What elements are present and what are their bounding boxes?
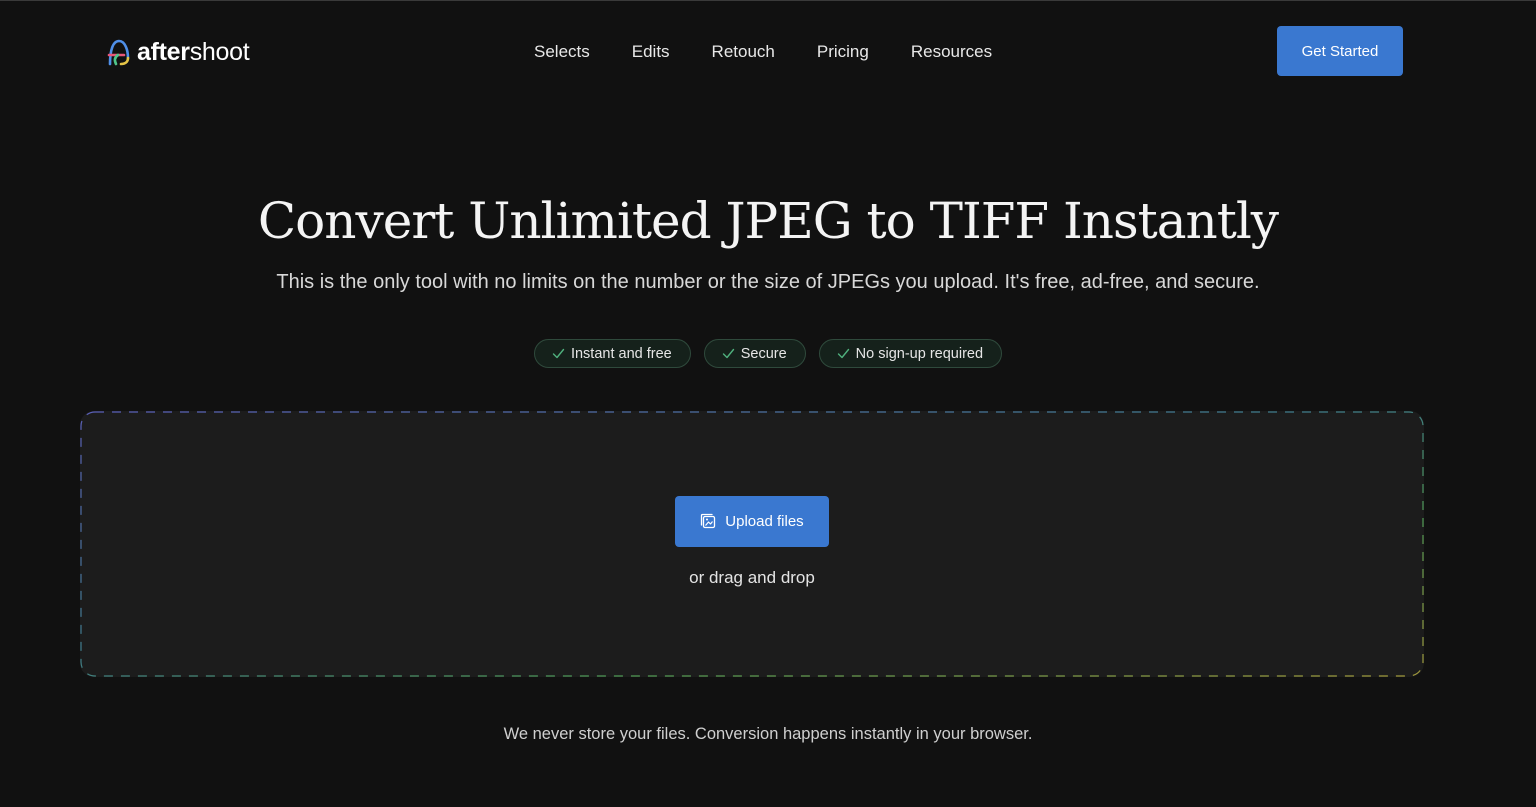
upload-button-label: Upload files — [725, 513, 804, 530]
nav-item-pricing[interactable]: Pricing — [817, 40, 869, 64]
upload-files-button[interactable]: Upload files — [675, 496, 829, 547]
badge-label: Instant and free — [570, 345, 672, 362]
aftershoot-logo-icon — [107, 39, 130, 66]
logo-wordmark: aftershoot — [137, 38, 250, 66]
logo-wordmark-suffix: shoot — [189, 38, 250, 66]
upload-image-icon — [701, 513, 716, 529]
drag-drop-hint: or drag and drop — [689, 568, 815, 587]
check-icon — [552, 348, 565, 359]
badge-instant-free: Instant and free — [533, 339, 691, 368]
privacy-note: We never store your files. Conversion ha… — [503, 725, 1033, 743]
badge-label: Secure — [740, 345, 787, 362]
check-icon — [837, 348, 849, 359]
site-header: aftershoot Selects Edits Retouch Pricing… — [0, 0, 1536, 104]
nav-item-edits[interactable]: Edits — [632, 40, 670, 64]
badge-label: No sign-up required — [855, 345, 984, 362]
page-subtitle: This is the only tool with no limits on … — [276, 271, 1260, 293]
file-dropzone[interactable]: Upload files or drag and drop — [80, 411, 1424, 677]
nav-item-selects[interactable]: Selects — [534, 40, 590, 64]
badge-secure: Secure — [703, 339, 806, 368]
logo-wordmark-prefix: after — [137, 38, 190, 66]
page-title: Convert Unlimited JPEG to TIFF Instantly — [257, 192, 1279, 250]
check-icon — [722, 348, 734, 359]
nav-item-retouch[interactable]: Retouch — [712, 40, 775, 64]
nav-item-resources[interactable]: Resources — [911, 40, 992, 64]
main-nav: Selects Edits Retouch Pricing Resources — [534, 40, 1034, 64]
feature-badges: Instant and free Secure No sign-up requi… — [0, 339, 1536, 368]
get-started-button[interactable]: Get Started — [1277, 26, 1403, 76]
badge-no-signup: No sign-up required — [818, 339, 1003, 368]
aftershoot-logo[interactable]: aftershoot — [106, 37, 250, 67]
